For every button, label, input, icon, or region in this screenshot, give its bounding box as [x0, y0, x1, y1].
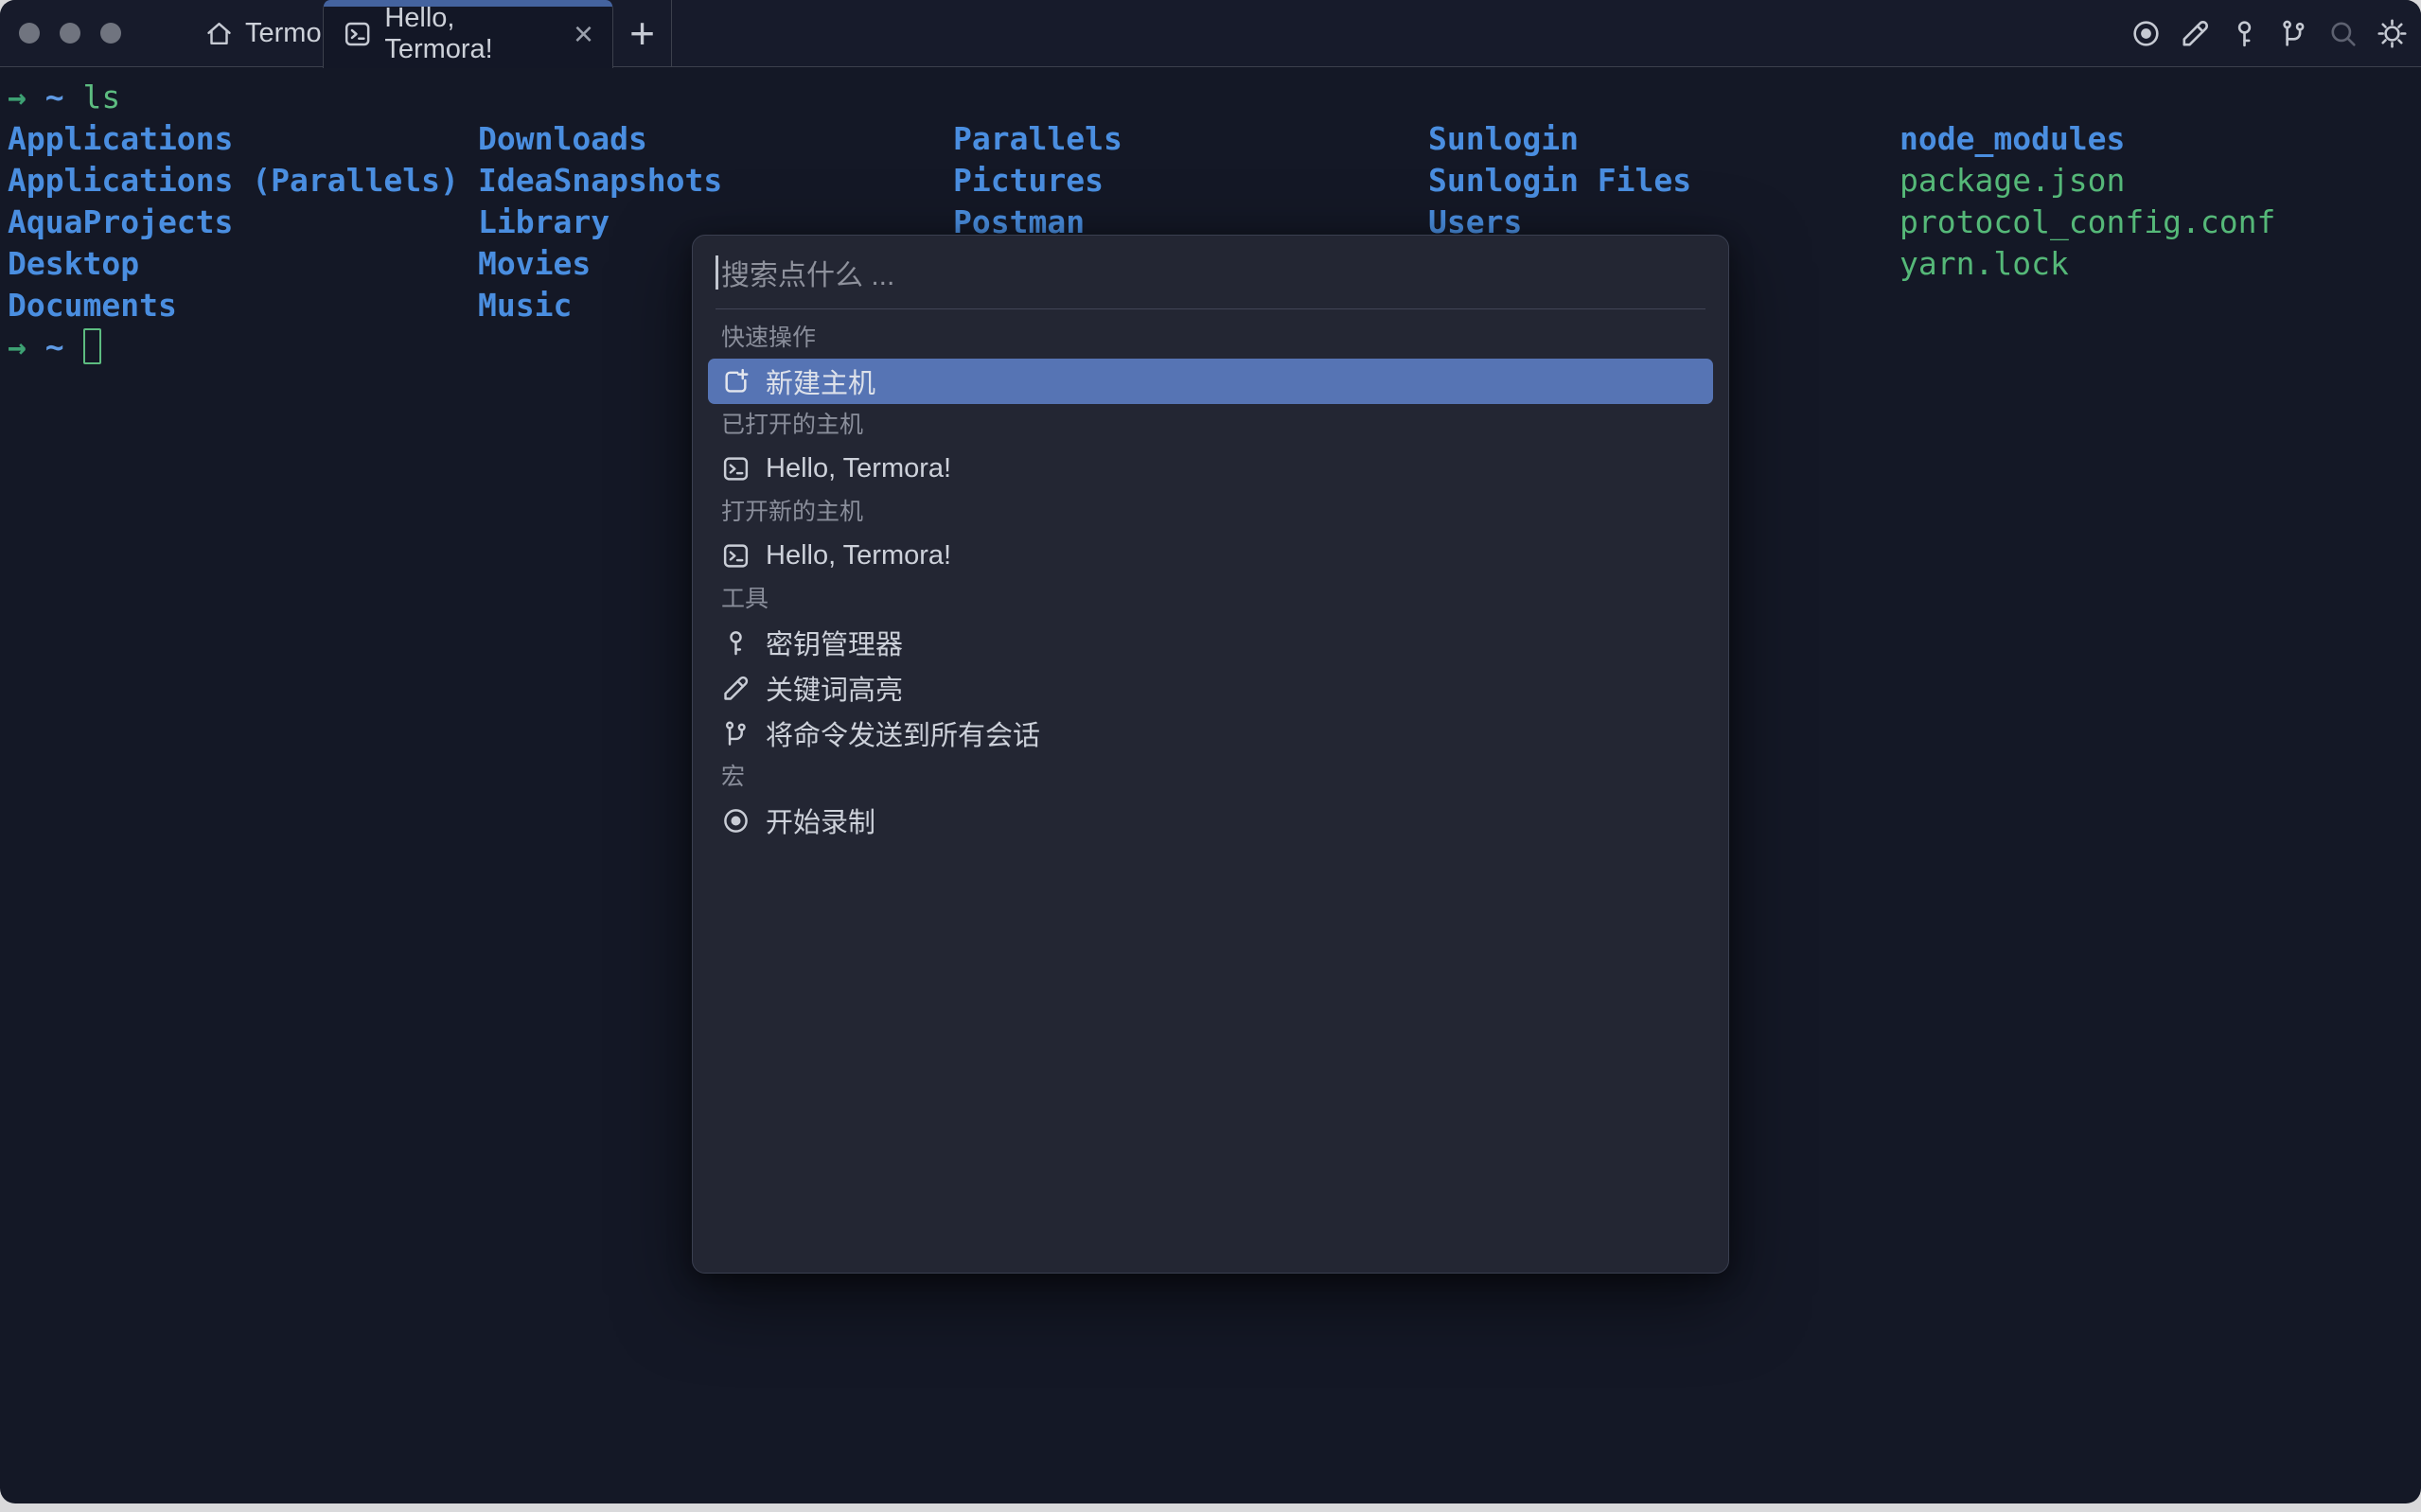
record-icon[interactable] — [2130, 18, 2162, 49]
window-zoom-dot[interactable] — [100, 23, 121, 44]
ls-entry-file: yarn.lock — [1900, 245, 2069, 282]
window-minimize-dot[interactable] — [60, 23, 80, 44]
palette-item-label: 密钥管理器 — [766, 630, 904, 660]
terminal-icon — [343, 18, 372, 50]
tab-close-icon[interactable]: × — [574, 17, 593, 51]
ls-entry-dir: Sunlogin Files — [1428, 162, 1692, 199]
tab-label: Hello, Termora! — [384, 3, 493, 64]
ls-column: node_modules package.json protocol_config.… — [1900, 118, 2275, 285]
ls-column: Downloads IdeaSnapshots Library Movies Music — [478, 118, 722, 326]
palette-item-label: 将命令发送到所有会话 — [766, 721, 1041, 751]
text-caret — [716, 255, 718, 290]
ls-entry-dir: Pictures — [953, 162, 1104, 199]
palette-item-label: 关键词高亮 — [766, 676, 904, 706]
ls-entry-file: protocol_config.conf — [1900, 203, 2276, 240]
command-palette: 搜索点什么 ... 快速操作新建主机已打开的主机 Hello, Termora! 打… — [692, 235, 1729, 1274]
ls-entry-dir: Applications — [8, 120, 234, 157]
toolbar — [2130, 0, 2408, 66]
palette-item-label: 新建主机 — [766, 369, 876, 399]
gear-icon[interactable] — [2377, 18, 2408, 49]
branch-icon[interactable] — [2278, 18, 2309, 49]
palette-list: 快速操作新建主机已打开的主机 Hello, Termora! 打开新的主机 Hello… — [693, 309, 1728, 843]
prompt-line: → ~ ls — [8, 79, 121, 115]
ls-entry-dir: Movies — [478, 245, 592, 282]
terminal-icon — [721, 454, 751, 483]
ls-entry-dir: Applications (Parallels) — [8, 162, 459, 199]
ls-entry-dir: Desktop — [8, 245, 140, 282]
ls-column: Sunlogin Sunlogin Files Users — [1428, 118, 1691, 243]
palette-item[interactable]: Hello, Termora! — [708, 533, 1713, 578]
palette-item-label: 开始录制 — [766, 808, 876, 838]
command-text: ls — [82, 79, 121, 115]
tab-hello-termora[interactable]: Hello, Termora! × — [323, 0, 613, 68]
palette-section-label: 已打开的主机 — [721, 412, 864, 438]
branch-icon — [721, 719, 751, 748]
pencil-icon[interactable] — [2180, 18, 2211, 49]
ls-entry-dir: IdeaSnapshots — [478, 162, 723, 199]
palette-item[interactable]: 开始录制 — [708, 798, 1713, 843]
palette-section-label: 宏 — [721, 764, 746, 790]
palette-item[interactable]: 关键词高亮 — [708, 665, 1713, 711]
ls-entry-dir: Parallels — [953, 120, 1122, 157]
palette-item-label: Hello, Termora! — [766, 452, 952, 483]
ls-entry-file: package.json — [1900, 162, 2126, 199]
ls-entry-dir: Music — [478, 287, 573, 324]
ls-column: Parallels Pictures Postman — [953, 118, 1122, 243]
key-icon[interactable] — [2229, 18, 2260, 49]
palette-section-label: 工具 — [721, 586, 769, 612]
app-window: Termora Hello, Termora! × + → ~ ls Appli… — [0, 0, 2421, 1503]
ls-column: Applications Applications (Parallels) Aqua… — [8, 118, 459, 326]
palette-item[interactable]: 将命令发送到所有会话 — [708, 711, 1713, 756]
palette-section-label: 快速操作 — [721, 325, 817, 351]
ls-entry-dir: Sunlogin — [1428, 120, 1579, 157]
search-icon[interactable] — [2327, 18, 2359, 49]
ls-entry-dir: Library — [478, 203, 610, 240]
titlebar: Termora Hello, Termora! × + — [0, 0, 2421, 68]
palette-section-label: 打开新的主机 — [721, 499, 864, 525]
prompt-path: ~ — [44, 79, 64, 115]
new-tab-button[interactable]: + — [613, 0, 672, 66]
ls-entry-dir: AquaProjects — [8, 203, 234, 240]
prompt-path-2: ~ — [44, 328, 64, 365]
search-placeholder: 搜索点什么 ... — [721, 259, 895, 291]
palette-item-label: Hello, Termora! — [766, 539, 952, 571]
record-icon — [721, 806, 751, 835]
terminal-icon — [721, 541, 751, 571]
ls-entry-dir: Downloads — [478, 120, 647, 157]
pencil-icon — [721, 674, 751, 703]
terminal-cursor — [82, 328, 101, 364]
key-icon — [721, 628, 751, 658]
palette-item[interactable]: 密钥管理器 — [708, 620, 1713, 665]
window-close-dot[interactable] — [19, 23, 40, 44]
palette-item[interactable]: Hello, Termora! — [708, 446, 1713, 491]
ls-entry-dir: node_modules — [1900, 120, 2126, 157]
traffic-lights[interactable] — [19, 0, 121, 66]
search-input[interactable]: 搜索点什么 ... — [693, 236, 1728, 308]
palette-item[interactable]: 新建主机 — [708, 359, 1713, 404]
ls-entry-dir: Documents — [8, 287, 177, 324]
home-icon — [204, 19, 234, 48]
new-host-icon — [721, 367, 751, 396]
